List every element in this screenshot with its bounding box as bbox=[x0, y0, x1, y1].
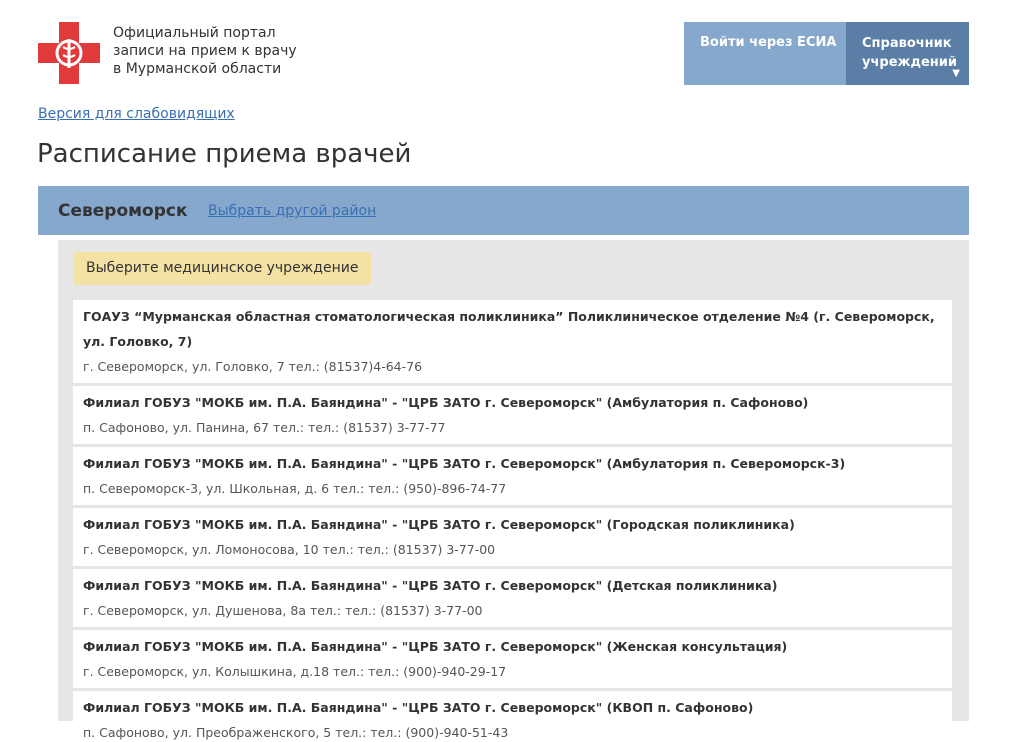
change-district-link[interactable]: Выбрать другой район bbox=[208, 203, 376, 219]
institution-item[interactable]: Филиал ГОБУЗ "МОКБ им. П.А. Баяндина" - … bbox=[73, 691, 952, 742]
district-bar: Североморск Выбрать другой район bbox=[38, 186, 969, 235]
district-name: Североморск bbox=[58, 201, 188, 221]
institution-address: г. Североморск, ул. Головко, 7 тел.: (81… bbox=[83, 359, 423, 374]
portal-title-line-3: в Мурманской области bbox=[113, 61, 282, 77]
institution-address: п. Североморск-3, ул. Школьная, д. 6 тел… bbox=[83, 481, 507, 496]
institution-item[interactable]: ГОАУЗ “Мурманская областная стоматологич… bbox=[73, 300, 952, 383]
institution-list: ГОАУЗ “Мурманская областная стоматологич… bbox=[73, 300, 952, 742]
institution-name: Филиал ГОБУЗ "МОКБ им. П.А. Баяндина" - … bbox=[83, 517, 795, 532]
select-institution-prompt: Выберите медицинское учреждение bbox=[73, 252, 372, 285]
portal-title: Официальный портал записи на прием к вра… bbox=[113, 24, 373, 78]
institution-address: г. Североморск, ул. Ломоносова, 10 тел.:… bbox=[83, 542, 496, 557]
institution-address: п. Сафоново, ул. Панина, 67 тел.: тел.: … bbox=[83, 420, 446, 435]
institution-item[interactable]: Филиал ГОБУЗ "МОКБ им. П.А. Баяндина" - … bbox=[73, 569, 952, 627]
institution-item[interactable]: Филиал ГОБУЗ "МОКБ им. П.А. Баяндина" - … bbox=[73, 386, 952, 444]
institution-name: Филиал ГОБУЗ "МОКБ им. П.А. Баяндина" - … bbox=[83, 578, 778, 593]
institution-directory-button[interactable]: Справочник учреждений ▼ bbox=[846, 22, 969, 85]
accessibility-version-link[interactable]: Версия для слабовидящих bbox=[38, 106, 235, 122]
institution-name: Филиал ГОБУЗ "МОКБ им. П.А. Баяндина" - … bbox=[83, 700, 754, 715]
caret-down-icon: ▼ bbox=[952, 68, 960, 79]
institution-item[interactable]: Филиал ГОБУЗ "МОКБ им. П.А. Баяндина" - … bbox=[73, 508, 952, 566]
institution-name: Филиал ГОБУЗ "МОКБ им. П.А. Баяндина" - … bbox=[83, 639, 788, 654]
medical-cross-logo-icon[interactable] bbox=[38, 22, 100, 84]
institution-name: Филиал ГОБУЗ "МОКБ им. П.А. Баяндина" - … bbox=[83, 456, 846, 471]
page: Официальный портал записи на прием к вра… bbox=[0, 0, 1024, 742]
institution-item[interactable]: Филиал ГОБУЗ "МОКБ им. П.А. Баяндина" - … bbox=[73, 447, 952, 505]
portal-title-line-1: Официальный портал bbox=[113, 25, 276, 41]
institution-address: г. Североморск, ул. Душенова, 8а тел.: т… bbox=[83, 603, 483, 618]
portal-title-line-2: записи на прием к врачу bbox=[113, 43, 297, 59]
institution-name: ГОАУЗ “Мурманская областная стоматологич… bbox=[83, 309, 935, 349]
institution-panel: Выберите медицинское учреждение ГОАУЗ “М… bbox=[58, 240, 969, 742]
directory-button-line-1: Справочник bbox=[862, 36, 952, 51]
institution-address: г. Североморск, ул. Колышкина, д.18 тел.… bbox=[83, 664, 507, 679]
institution-address: п. Сафоново, ул. Преображенского, 5 тел.… bbox=[83, 725, 509, 740]
page-title: Расписание приема врачей bbox=[37, 139, 412, 169]
esia-login-button[interactable]: Войти через ЕСИА bbox=[684, 22, 846, 85]
institution-name: Филиал ГОБУЗ "МОКБ им. П.А. Баяндина" - … bbox=[83, 395, 809, 410]
institution-item[interactable]: Филиал ГОБУЗ "МОКБ им. П.А. Баяндина" - … bbox=[73, 630, 952, 688]
